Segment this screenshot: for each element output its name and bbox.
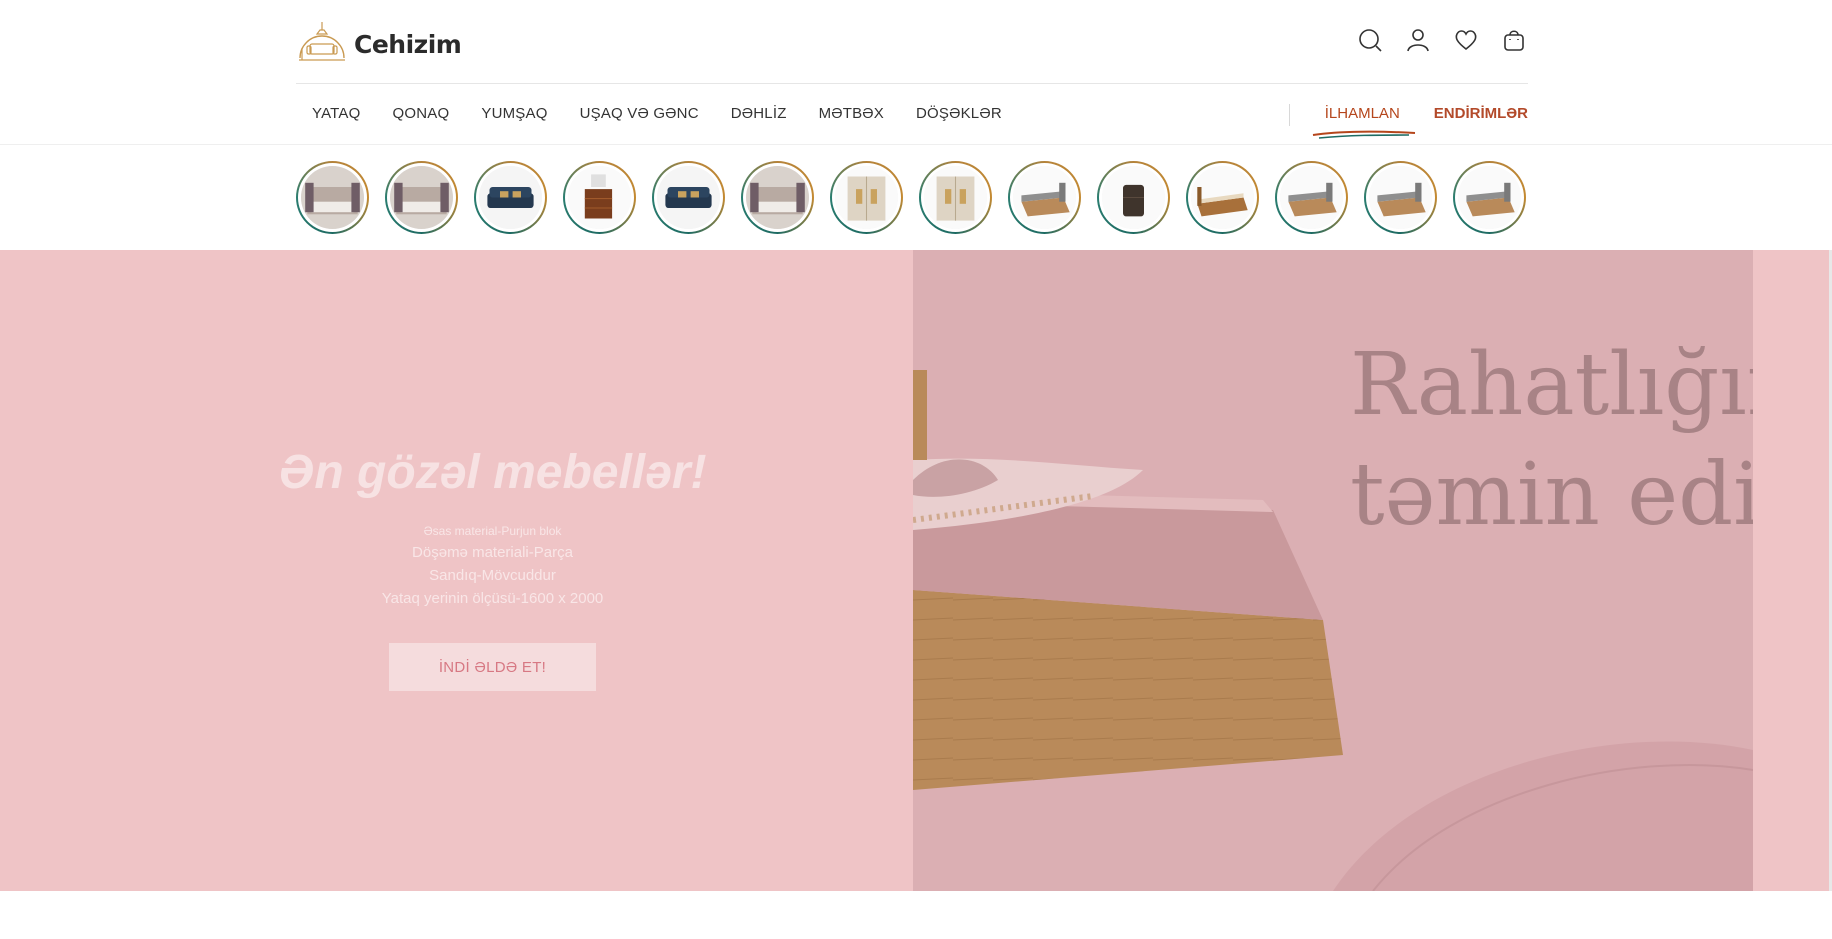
story-ring	[1010, 163, 1079, 232]
product-thumbnail-image	[746, 166, 809, 229]
story-item[interactable]	[1186, 161, 1259, 234]
story-thumbnail	[301, 166, 364, 229]
nav-item-metbex[interactable]: MƏTBƏX	[819, 105, 884, 122]
header-divider	[296, 83, 1528, 84]
story-ring	[1099, 163, 1168, 232]
story-item[interactable]	[919, 161, 992, 234]
brush-underline	[1312, 130, 1415, 139]
nav-item-yumsaq[interactable]: YUMŞAQ	[481, 105, 547, 122]
story-item[interactable]	[385, 161, 458, 234]
hero-image-text-line-2: təmin edin	[1350, 445, 1753, 545]
bag-icon[interactable]	[1500, 26, 1528, 54]
story-item[interactable]	[1275, 161, 1348, 234]
story-item[interactable]	[563, 161, 636, 234]
story-thumbnail	[1102, 166, 1165, 229]
logo[interactable]: Cehizim	[296, 18, 462, 64]
product-thumbnail-image	[568, 166, 631, 229]
story-item[interactable]	[830, 161, 903, 234]
nav-item-endirimler[interactable]: ENDİRİMLƏR	[1434, 105, 1528, 122]
product-thumbnail-image	[1013, 166, 1076, 229]
hero-detail-upholstery: Döşəmə materiali-Parça	[412, 544, 573, 561]
hero-image-text: Rahatlığın təmin edin	[1350, 330, 1753, 550]
story-ring	[298, 163, 367, 232]
product-thumbnail-image	[301, 166, 364, 229]
hero-title: Ən gözəl mebellər!	[278, 446, 707, 499]
product-thumbnail-image	[924, 166, 987, 229]
header-bottom-divider	[0, 144, 1832, 145]
product-thumbnail-image	[1191, 166, 1254, 229]
nav-item-dehliz[interactable]: DƏHLİZ	[731, 105, 787, 122]
hero-banner: Rahatlığın təmin edin Ən gözəl mebellər!…	[0, 250, 1829, 891]
story-item[interactable]	[1008, 161, 1081, 234]
story-thumbnail	[1369, 166, 1432, 229]
story-thumbnail	[390, 166, 453, 229]
hero-cta-button[interactable]: İNDİ ƏLDƏ ET!	[389, 643, 596, 691]
story-ring	[832, 163, 901, 232]
story-ring	[743, 163, 812, 232]
nav-item-usaq-ve-genc[interactable]: UŞAQ VƏ GƏNC	[580, 105, 699, 122]
header-actions	[1356, 26, 1528, 54]
story-ring	[565, 163, 634, 232]
product-thumbnail-image	[1102, 166, 1165, 229]
story-item[interactable]	[1453, 161, 1526, 234]
story-thumbnail	[746, 166, 809, 229]
nav-item-qonaq[interactable]: QONAQ	[393, 105, 450, 122]
story-item[interactable]	[1364, 161, 1437, 234]
story-ring	[1366, 163, 1435, 232]
search-icon[interactable]	[1356, 26, 1384, 54]
ilhamlan-label: İLHAMLAN	[1324, 104, 1400, 122]
nav-separator	[1289, 104, 1290, 126]
story-item[interactable]	[652, 161, 725, 234]
story-thumbnail	[1191, 166, 1254, 229]
page-content-below	[0, 891, 1832, 939]
hero-detail-storage: Sandıq-Mövcuddur	[429, 567, 556, 584]
story-thumbnail	[657, 166, 720, 229]
story-carousel	[296, 161, 1526, 234]
story-thumbnail	[835, 166, 898, 229]
nav-item-dosekler[interactable]: DÖŞƏKLƏR	[916, 105, 1002, 122]
story-thumbnail	[479, 166, 542, 229]
user-icon[interactable]	[1404, 26, 1432, 54]
nav-special-links: İLHAMLAN ENDİRİMLƏR	[1312, 98, 1528, 139]
heart-icon[interactable]	[1452, 26, 1480, 54]
product-thumbnail-image	[390, 166, 453, 229]
story-item[interactable]	[1097, 161, 1170, 234]
nav-item-yataq[interactable]: YATAQ	[312, 105, 361, 122]
story-ring	[1188, 163, 1257, 232]
story-ring	[387, 163, 456, 232]
story-thumbnail	[568, 166, 631, 229]
story-ring	[1277, 163, 1346, 232]
product-thumbnail-image	[1458, 166, 1521, 229]
story-ring	[476, 163, 545, 232]
story-ring	[921, 163, 990, 232]
story-item[interactable]	[296, 161, 369, 234]
story-thumbnail	[1280, 166, 1343, 229]
story-thumbnail	[1458, 166, 1521, 229]
hero-image: Rahatlığın təmin edin	[913, 250, 1753, 891]
story-ring	[1455, 163, 1524, 232]
product-thumbnail-image	[479, 166, 542, 229]
story-item[interactable]	[474, 161, 547, 234]
hero-detail-material: Əsas material-Purjun blok	[423, 524, 562, 538]
hero-details: Əsas material-Purjun blok Döşəmə materia…	[0, 524, 985, 613]
story-thumbnail	[924, 166, 987, 229]
hero-image-text-line-1: Rahatlığın	[1350, 335, 1753, 435]
product-thumbnail-image	[657, 166, 720, 229]
story-thumbnail	[1013, 166, 1076, 229]
product-thumbnail-image	[1369, 166, 1432, 229]
nav-item-ilhamlan[interactable]: İLHAMLAN	[1312, 104, 1415, 139]
product-thumbnail-image	[1280, 166, 1343, 229]
main-nav: YATAQ QONAQ YUMŞAQ UŞAQ VƏ GƏNC DƏHLİZ M…	[296, 98, 1018, 128]
story-ring	[654, 163, 723, 232]
hero-detail-size: Yataq yerinin ölçüsü-1600 x 2000	[381, 590, 604, 607]
brand-name: Cehizim	[354, 29, 462, 59]
product-thumbnail-image	[835, 166, 898, 229]
story-item[interactable]	[741, 161, 814, 234]
logo-icon	[299, 22, 345, 61]
